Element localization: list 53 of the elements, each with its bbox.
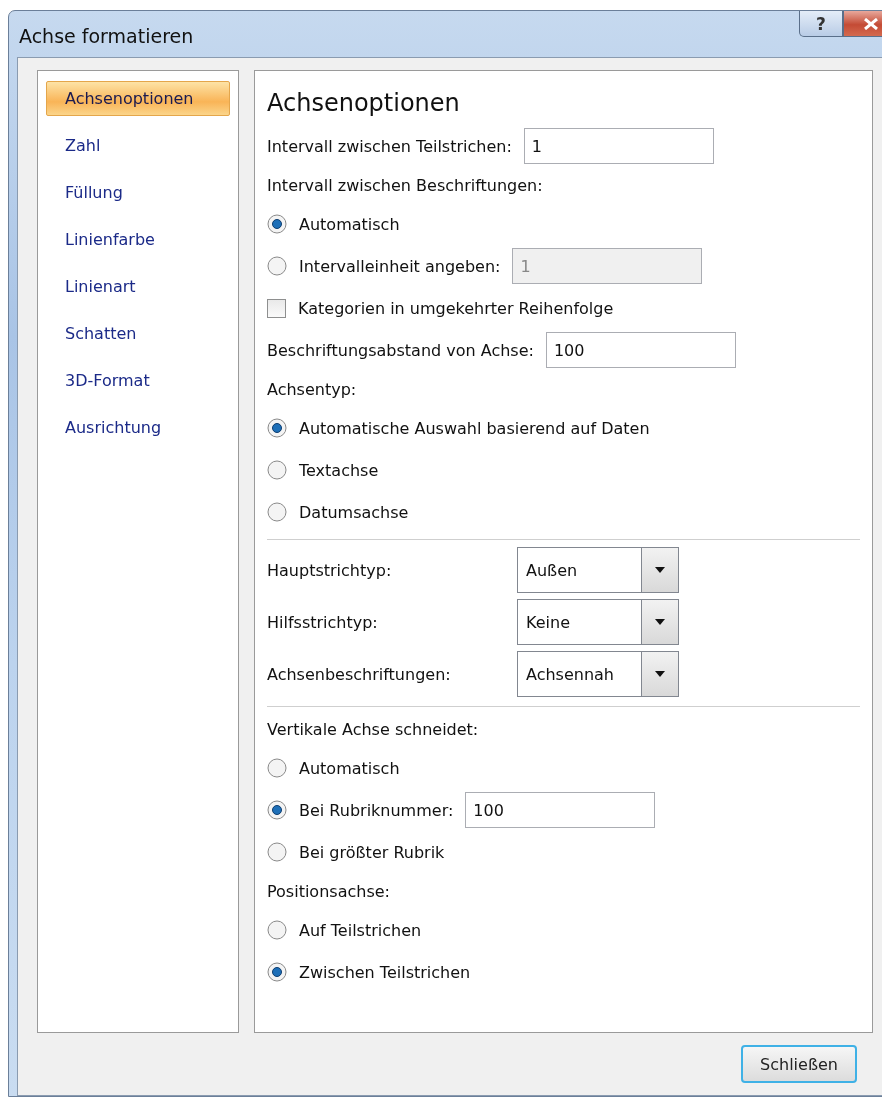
caret-icon xyxy=(655,567,665,573)
help-button[interactable]: ? xyxy=(799,11,843,37)
radio-label[interactable]: Auf Teilstrichen xyxy=(299,920,422,940)
radio-label[interactable]: Automatische Auswahl basierend auf Daten xyxy=(299,418,650,438)
radio-button[interactable] xyxy=(267,256,287,276)
dropdown[interactable]: Achsennah xyxy=(517,651,679,697)
caret-icon xyxy=(655,671,665,677)
radio-label[interactable]: Bei Rubriknummer: xyxy=(299,800,454,820)
radio-label[interactable]: Bei größter Rubrik xyxy=(299,842,445,862)
field-label: Beschriftungsabstand von Achse: xyxy=(267,340,534,360)
radio-label[interactable]: Textachse xyxy=(299,460,379,480)
dropdown[interactable]: Keine xyxy=(517,599,679,645)
radio-label[interactable]: Automatisch xyxy=(299,758,400,778)
input-field[interactable]: 100 xyxy=(465,792,656,828)
radio-button[interactable] xyxy=(267,920,287,940)
sidebar-item[interactable]: Achsenoptionen xyxy=(46,81,230,116)
radio-button[interactable] xyxy=(267,214,287,234)
sidebar-item[interactable]: Ausrichtung xyxy=(46,410,230,445)
checkbox[interactable] xyxy=(267,298,286,318)
sidebar-item[interactable]: 3D-Format xyxy=(46,363,230,398)
radio-button[interactable] xyxy=(267,962,287,982)
dropdown-label: Hilfsstrichtyp: xyxy=(267,612,379,632)
sidebar-item[interactable]: Zahl xyxy=(46,128,230,163)
radio-button[interactable] xyxy=(267,842,287,862)
sidebar-item[interactable]: Linienart xyxy=(46,269,230,304)
close-icon xyxy=(863,17,879,30)
radio-button[interactable] xyxy=(267,502,287,522)
input-field[interactable]: 100 xyxy=(545,332,736,368)
sidebar-item[interactable]: Linienfarbe xyxy=(46,222,230,257)
window-title: Achse formatieren xyxy=(18,24,194,47)
section-label: Intervall zwischen Beschriftungen: xyxy=(267,175,543,195)
section-label: Positionsachse: xyxy=(267,881,390,901)
radio-button[interactable] xyxy=(267,460,287,480)
panel-title: Achsenoptionen xyxy=(267,89,461,117)
sidebar-item[interactable]: Füllung xyxy=(46,175,230,210)
radio-button[interactable] xyxy=(267,418,287,438)
radio-button[interactable] xyxy=(267,758,287,778)
dropdown-label: Hauptstrichtyp: xyxy=(267,560,393,580)
radio-label[interactable]: Zwischen Teilstrichen xyxy=(299,962,471,982)
radio-label[interactable]: Datumsachse xyxy=(299,502,409,522)
field-label: Intervall zwischen Teilstrichen: xyxy=(267,136,512,156)
dropdown[interactable]: Außen xyxy=(517,547,679,593)
close-dialog-button[interactable]: Schließen xyxy=(741,1045,857,1083)
radio-label[interactable]: Automatisch xyxy=(299,214,400,234)
radio-label[interactable]: Intervalleinheit angeben: xyxy=(299,256,501,276)
input-field[interactable]: 1 xyxy=(523,128,714,164)
dropdown-label: Achsenbeschriftungen: xyxy=(267,664,452,684)
caret-icon xyxy=(655,619,665,625)
radio-button[interactable] xyxy=(267,800,287,820)
sidebar-item[interactable]: Schatten xyxy=(46,316,230,351)
checkbox-label[interactable]: Kategorien in umgekehrter Reihenfolge xyxy=(298,298,614,318)
section-label: Vertikale Achse schneidet: xyxy=(267,719,479,739)
section-label: Achsentyp: xyxy=(267,379,357,399)
